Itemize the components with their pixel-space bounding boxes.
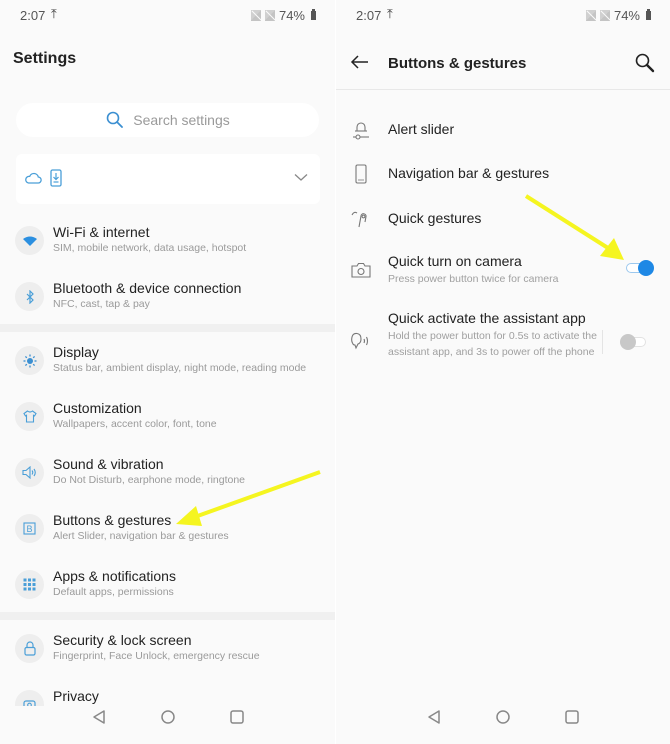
- cloud-icon: [25, 172, 42, 184]
- settings-item-wifi[interactable]: Wi-Fi & internet SIM, mobile network, da…: [0, 224, 335, 274]
- battery-percent: 74%: [613, 8, 640, 23]
- recents-square-icon[interactable]: [564, 709, 580, 725]
- brightness-icon: [15, 346, 44, 375]
- setting-subtitle: Hold the power button for 0.5s to activa…: [388, 330, 597, 358]
- item-title: Customization: [53, 400, 142, 416]
- back-arrow-icon[interactable]: [350, 54, 370, 70]
- item-subtitle: Do Not Disturb, earphone mode, ringtone: [53, 474, 246, 486]
- setting-subtitle: Press power button twice for camera: [388, 273, 559, 285]
- vertical-divider: [602, 330, 603, 354]
- recents-square-icon[interactable]: [229, 709, 245, 725]
- section-divider: [0, 612, 335, 620]
- battery-icon: [646, 9, 651, 20]
- setting-title: Quick turn on camera: [388, 253, 522, 269]
- toggle-thumb: [620, 334, 636, 350]
- settings-item-buttons-gestures[interactable]: B Buttons & gestures Alert Slider, navig…: [0, 512, 335, 562]
- search-icon: [106, 111, 124, 128]
- back-triangle-icon[interactable]: [427, 709, 441, 725]
- setting-quick-gestures[interactable]: Quick gestures: [336, 207, 670, 233]
- toggle-thumb: [638, 260, 654, 276]
- svg-text:B: B: [26, 524, 32, 534]
- bluetooth-icon: [15, 282, 44, 311]
- item-title: Wi-Fi & internet: [53, 224, 150, 240]
- item-subtitle: NFC, cast, tap & pay: [53, 298, 150, 310]
- buttons-gestures-screen: 2:07 ⤒ 74% Buttons & gestures Alert slid…: [336, 0, 670, 744]
- setting-title: Alert slider: [388, 121, 455, 137]
- upload-arrow-icon: ⤒: [387, 6, 393, 21]
- status-time: 2:07: [356, 8, 382, 23]
- item-title: Apps & notifications: [53, 568, 176, 584]
- settings-item-display[interactable]: Display Status bar, ambient display, nig…: [0, 344, 335, 394]
- search-settings-input[interactable]: Search settings: [16, 103, 319, 137]
- gesture-icon: [350, 208, 372, 230]
- battery-percent: 74%: [278, 8, 305, 23]
- phone-outline-icon: [350, 163, 372, 185]
- item-subtitle: Fingerprint, Face Unlock, emergency resc…: [53, 650, 260, 662]
- search-placeholder: Search settings: [133, 112, 230, 128]
- home-circle-icon[interactable]: [495, 709, 511, 725]
- setting-title: Quick gestures: [388, 210, 482, 226]
- no-sim-icon: [599, 10, 610, 21]
- battery-icon: [311, 9, 316, 20]
- setting-alert-slider[interactable]: Alert slider: [336, 118, 670, 144]
- settings-item-security[interactable]: Security & lock screen Fingerprint, Face…: [0, 632, 335, 682]
- suggestion-card[interactable]: [16, 154, 320, 204]
- settings-item-bluetooth[interactable]: Bluetooth & device connection NFC, cast,…: [0, 280, 335, 330]
- quick-camera-toggle[interactable]: [626, 259, 654, 277]
- item-subtitle: Alert Slider, navigation bar & gestures: [53, 530, 229, 542]
- item-title: Display: [53, 344, 99, 360]
- item-subtitle: SIM, mobile network, data usage, hotspot: [53, 242, 247, 254]
- item-title: Bluetooth & device connection: [53, 280, 242, 296]
- phone-download-icon: [50, 169, 62, 187]
- speaker-icon: [15, 458, 44, 487]
- no-sim-icon: [264, 10, 275, 21]
- status-time: 2:07: [20, 8, 46, 23]
- alert-slider-icon: [350, 119, 372, 141]
- setting-quick-assistant[interactable]: Quick activate the assistant app Hold th…: [336, 310, 670, 376]
- setting-quick-camera[interactable]: Quick turn on camera Press power button …: [336, 253, 670, 287]
- status-bar: 2:07 ⤒ 74%: [336, 0, 670, 30]
- search-icon[interactable]: [634, 52, 656, 74]
- no-sim-icon: [250, 10, 261, 21]
- setting-title: Navigation bar & gestures: [388, 165, 550, 181]
- wifi-icon: [15, 226, 44, 255]
- app-bar: Buttons & gestures: [336, 40, 670, 90]
- item-subtitle: Default apps, permissions: [53, 586, 174, 598]
- status-bar: 2:07 ⤒ 74%: [0, 0, 335, 30]
- back-triangle-icon[interactable]: [92, 709, 106, 725]
- page-title: Settings: [13, 50, 77, 67]
- settings-item-apps[interactable]: Apps & notifications Default apps, permi…: [0, 568, 335, 618]
- tshirt-icon: [15, 402, 44, 431]
- home-circle-icon[interactable]: [160, 709, 176, 725]
- item-subtitle: Wallpapers, accent color, font, tone: [53, 418, 217, 430]
- apps-grid-icon: [15, 570, 44, 599]
- upload-arrow-icon: ⤒: [51, 6, 57, 21]
- lock-icon: [15, 634, 44, 663]
- camera-icon: [350, 259, 372, 281]
- settings-item-sound[interactable]: Sound & vibration Do Not Disturb, earpho…: [0, 456, 335, 506]
- item-subtitle: Status bar, ambient display, night mode,…: [53, 362, 307, 374]
- navigation-bar: [0, 694, 335, 744]
- page-title: Buttons & gestures: [388, 55, 527, 72]
- item-title: Buttons & gestures: [53, 512, 172, 528]
- chevron-down-icon[interactable]: [294, 173, 308, 182]
- item-title: Sound & vibration: [53, 456, 164, 472]
- settings-screen: 2:07 ⤒ 74% Settings Search settings Wi-F…: [0, 0, 335, 744]
- setting-title: Quick activate the assistant app: [388, 310, 586, 326]
- no-sim-icon: [585, 10, 596, 21]
- item-title: Security & lock screen: [53, 632, 192, 648]
- navigation-bar: [336, 694, 670, 744]
- setting-navigation-bar[interactable]: Navigation bar & gestures: [336, 162, 670, 188]
- section-divider: [0, 324, 335, 332]
- settings-item-customization[interactable]: Customization Wallpapers, accent color, …: [0, 400, 335, 450]
- quick-assistant-toggle[interactable]: [620, 333, 648, 351]
- buttons-icon: B: [15, 514, 44, 543]
- assistant-icon: [350, 330, 372, 352]
